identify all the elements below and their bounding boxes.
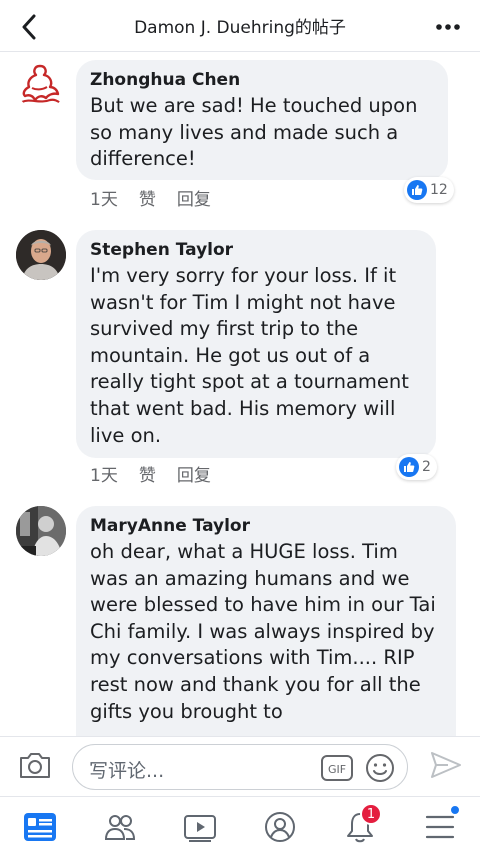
avatar[interactable] [16, 230, 66, 280]
comment-composer: 写评论... GIF [0, 736, 480, 796]
comment-bubble[interactable]: Stephen Taylor I'm very sorry for your l… [76, 230, 436, 458]
camera-icon [20, 753, 50, 778]
nav-news-feed[interactable] [20, 807, 60, 847]
nav-profile[interactable] [260, 807, 300, 847]
comment-actions: 1天 赞 回复 [90, 185, 232, 210]
video-icon [184, 815, 216, 842]
send-icon [431, 752, 461, 778]
nav-friends[interactable] [100, 807, 140, 847]
top-bar: Damon J. Duehring的帖子 [0, 0, 480, 52]
comment-timestamp: 1天 [90, 466, 118, 486]
nav-watch[interactable] [180, 807, 220, 847]
reaction-count[interactable]: 12 [404, 177, 454, 203]
bottom-nav: 1 [0, 796, 480, 853]
emoji-button[interactable] [365, 753, 395, 783]
news-feed-icon [24, 813, 56, 841]
notification-badge: 1 [360, 803, 382, 825]
comment-text: But we are sad! He touched upon so many … [90, 94, 418, 171]
comment-bubble[interactable]: MaryAnne Taylor oh dear, what a HUGE los… [76, 506, 456, 736]
comment-author[interactable]: Stephen Taylor [90, 239, 422, 261]
gif-icon: GIF [321, 755, 353, 781]
comment-author[interactable]: Zhonghua Chen [90, 69, 434, 91]
thumbs-up-icon [407, 180, 427, 200]
reaction-count[interactable]: 2 [396, 454, 437, 480]
like-button[interactable]: 赞 [139, 185, 156, 210]
comments-list[interactable]: Zhonghua Chen But we are sad! He touched… [0, 52, 480, 736]
comment-placeholder: 写评论... [89, 760, 165, 782]
svg-text:GIF: GIF [328, 763, 346, 776]
like-count: 12 [430, 182, 448, 198]
back-button[interactable] [14, 12, 44, 42]
nav-menu[interactable] [420, 805, 460, 847]
smiley-icon [366, 754, 394, 782]
comment-text: I'm very sorry for your loss. If it wasn… [90, 264, 409, 447]
menu-indicator-dot [450, 805, 460, 815]
comment-input[interactable]: 写评论... GIF [72, 744, 408, 790]
reply-button[interactable]: 回复 [177, 461, 211, 486]
camera-button[interactable] [18, 750, 54, 782]
friends-icon [104, 815, 136, 840]
page-title: Damon J. Duehring的帖子 [134, 18, 346, 38]
comment-actions: 1天 赞 回复 [90, 461, 232, 486]
reply-button[interactable]: 回复 [177, 185, 211, 210]
send-button[interactable] [430, 751, 462, 781]
profile-icon [265, 812, 295, 842]
comment-text: oh dear, what a HUGE loss. Tim was an am… [90, 540, 436, 723]
comment-author[interactable]: MaryAnne Taylor [90, 515, 442, 537]
avatar[interactable] [16, 60, 66, 110]
gif-button[interactable]: GIF [321, 754, 353, 782]
comment-timestamp: 1天 [90, 190, 118, 210]
chevron-left-icon [22, 14, 36, 40]
like-button[interactable]: 赞 [139, 461, 156, 486]
like-count: 2 [422, 459, 431, 475]
avatar[interactable] [16, 506, 66, 556]
nav-notifications[interactable]: 1 [340, 803, 382, 847]
comment-bubble[interactable]: Zhonghua Chen But we are sad! He touched… [76, 60, 448, 180]
more-options-button[interactable] [430, 12, 466, 42]
thumbs-up-icon [399, 457, 419, 477]
more-horizontal-icon [436, 24, 460, 30]
menu-icon [425, 815, 455, 839]
